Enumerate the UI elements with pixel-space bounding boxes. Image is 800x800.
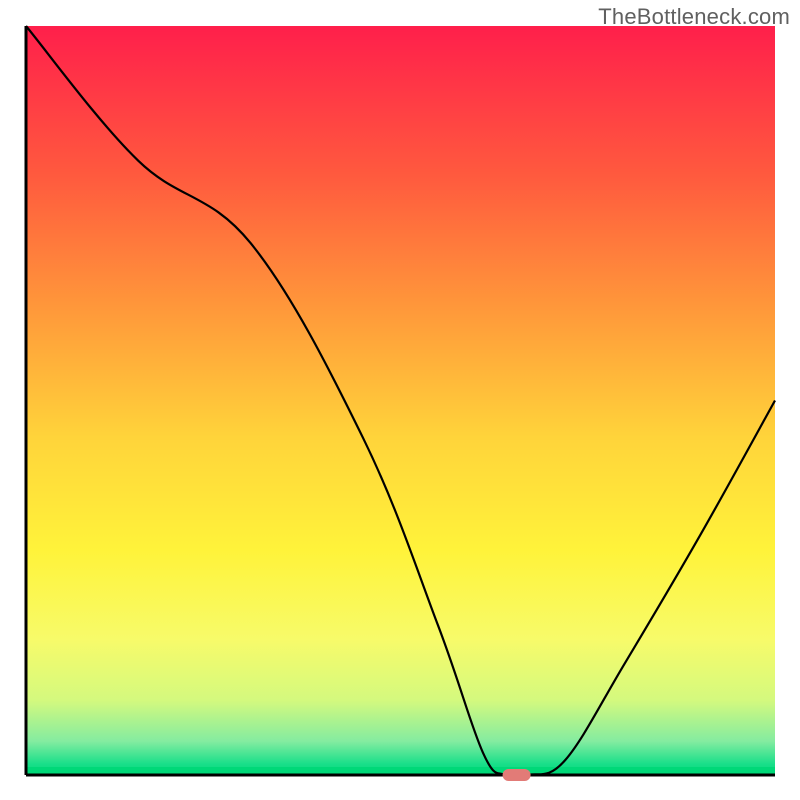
watermark-label: TheBottleneck.com [598, 4, 790, 30]
chart-svg [0, 0, 800, 800]
chart-container: TheBottleneck.com [0, 0, 800, 800]
optimum-marker [503, 769, 531, 781]
plot-background [26, 26, 775, 775]
